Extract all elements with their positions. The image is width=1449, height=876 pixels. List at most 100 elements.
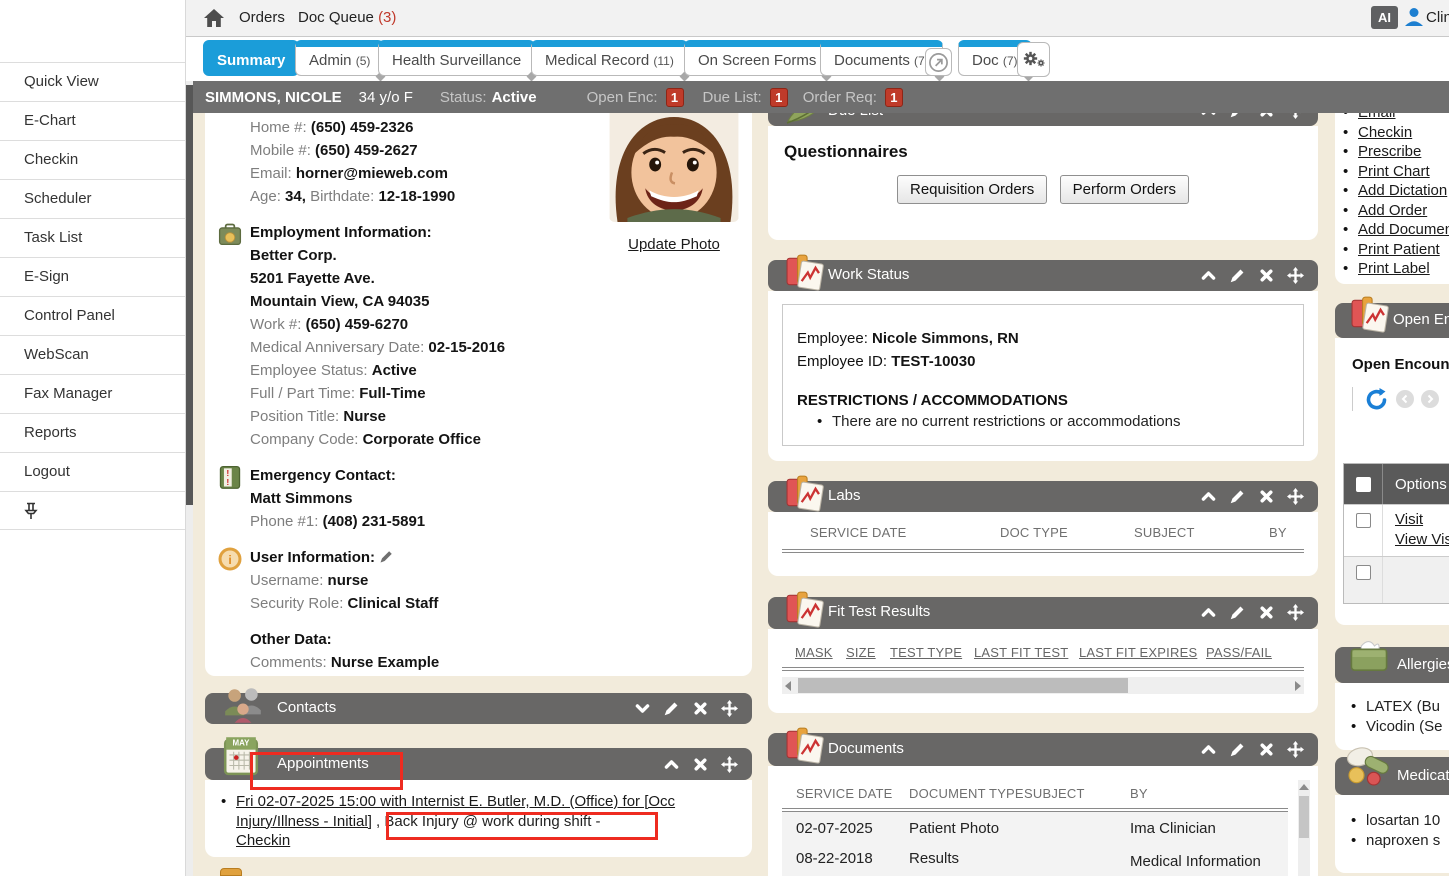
questionnaires-heading: Questionnaires	[784, 142, 1302, 162]
tab-settings-button[interactable]	[1017, 42, 1050, 77]
print-patient-link[interactable]: Print Patient	[1358, 241, 1440, 258]
close-icon[interactable]	[1258, 604, 1275, 621]
tab-medical-record[interactable]: Medical Record (11)	[531, 40, 688, 76]
select-all-checkbox[interactable]	[1356, 477, 1371, 492]
collapse-icon[interactable]	[1200, 741, 1217, 758]
close-icon[interactable]	[1258, 267, 1275, 284]
tab-label: Summary	[217, 52, 285, 69]
labs-col-subject: SUBJECT	[1134, 525, 1195, 540]
update-photo-link[interactable]: Update Photo	[628, 236, 720, 253]
print-chart-link[interactable]: Print Chart	[1358, 163, 1430, 180]
collapse-icon[interactable]	[1200, 488, 1217, 505]
sidebar-item-checkin[interactable]: Checkin	[0, 140, 185, 179]
sidebar-item-task-list[interactable]: Task List	[0, 218, 185, 257]
add-document-link[interactable]: Add Document	[1358, 221, 1449, 238]
encounter-checkbox[interactable]	[1356, 565, 1371, 580]
logged-in-user[interactable]: Clinician	[1426, 9, 1449, 26]
encounter-checkbox[interactable]	[1356, 513, 1371, 528]
employee-status-row: Employee Status: Active	[250, 359, 592, 382]
nav-doc-queue[interactable]: Doc Queue (3)	[298, 9, 396, 26]
due-list-badge[interactable]: 1	[770, 88, 788, 107]
edit-icon[interactable]	[1229, 488, 1246, 505]
vscroll-thumb[interactable]	[1299, 796, 1309, 838]
tab-on-screen-forms[interactable]: On Screen Forms	[684, 40, 830, 76]
collapse-icon[interactable]	[1200, 267, 1217, 284]
sidebar-item-webscan[interactable]: WebScan	[0, 335, 185, 374]
next-page-button[interactable]	[1421, 390, 1439, 408]
scroll-left-icon[interactable]	[785, 681, 791, 691]
sidebar-item-fax-manager[interactable]: Fax Manager	[0, 374, 185, 413]
close-icon[interactable]	[692, 756, 709, 773]
prev-page-button[interactable]	[1396, 390, 1414, 408]
collapse-icon[interactable]	[1200, 604, 1217, 621]
appointment-checkin-link[interactable]: Checkin	[236, 832, 290, 849]
edit-icon[interactable]	[1229, 741, 1246, 758]
edit-user-icon[interactable]	[379, 549, 394, 564]
scroll-up-icon[interactable]	[1299, 784, 1309, 790]
move-icon[interactable]	[1287, 604, 1304, 621]
sidebar-item-e-sign[interactable]: E-Sign	[0, 257, 185, 296]
view-visit-link[interactable]: View Visit	[1395, 531, 1449, 548]
sidebar-item-reports[interactable]: Reports	[0, 413, 185, 452]
fit-col-last-fit-test[interactable]: LAST FIT TEST	[974, 645, 1068, 660]
content-scrollbar-thumb[interactable]	[186, 85, 193, 505]
order-req-badge[interactable]: 1	[885, 88, 903, 107]
close-icon[interactable]	[692, 700, 709, 717]
move-icon[interactable]	[1287, 488, 1304, 505]
document-row[interactable]: 02-07-2025 Patient Photo Ima Clinician	[782, 812, 1288, 842]
move-icon[interactable]	[1287, 113, 1304, 119]
document-row[interactable]: 08-22-2018 Results Medical Information	[782, 842, 1288, 876]
print-label-link[interactable]: Print Label	[1358, 260, 1430, 277]
email-link[interactable]: Email	[1358, 113, 1396, 121]
move-icon[interactable]	[721, 700, 738, 717]
fit-col-pass-fail[interactable]: PASS/FAIL	[1206, 645, 1272, 660]
contacts-header: Contacts	[205, 693, 752, 724]
move-icon[interactable]	[721, 756, 738, 773]
open-enc-badge[interactable]: 1	[666, 88, 684, 107]
tab-health-surveillance[interactable]: Health Surveillance	[378, 40, 535, 76]
ai-badge[interactable]: AI	[1371, 6, 1398, 29]
fit-col-mask[interactable]: MASK	[795, 645, 833, 660]
move-icon[interactable]	[1287, 267, 1304, 284]
edit-icon[interactable]	[663, 700, 680, 717]
fit-col-test-type[interactable]: TEST TYPE	[890, 645, 962, 660]
add-dictation-link[interactable]: Add Dictation	[1358, 182, 1447, 199]
sidebar-item-scheduler[interactable]: Scheduler	[0, 179, 185, 218]
edit-icon[interactable]	[1229, 604, 1246, 621]
tab-admin[interactable]: Admin (5)	[295, 40, 384, 76]
tab-summary[interactable]: Summary	[203, 40, 299, 76]
prescribe-link[interactable]: Prescribe	[1358, 143, 1421, 160]
fit-col-size[interactable]: SIZE	[846, 645, 876, 660]
fit-col-last-fit-expires[interactable]: LAST FIT EXPIRES	[1079, 645, 1197, 660]
hscroll-thumb[interactable]	[798, 678, 1128, 693]
expand-icon[interactable]	[634, 700, 651, 717]
company-code-row: Company Code: Corporate Office	[250, 428, 592, 451]
nav-orders[interactable]: Orders	[239, 9, 285, 26]
requisition-orders-button[interactable]: Requisition Orders	[897, 175, 1047, 204]
fit-test-hscrollbar[interactable]	[782, 677, 1304, 694]
edit-icon[interactable]	[1229, 267, 1246, 284]
close-icon[interactable]	[1258, 113, 1275, 119]
sidebar-pin-toggle[interactable]	[0, 491, 185, 530]
close-icon[interactable]	[1258, 488, 1275, 505]
add-order-link[interactable]: Add Order	[1358, 202, 1427, 219]
refresh-icon[interactable]	[1365, 387, 1389, 411]
move-icon[interactable]	[1287, 741, 1304, 758]
perform-orders-button[interactable]: Perform Orders	[1060, 175, 1189, 204]
home-icon[interactable]	[203, 8, 225, 28]
encounter-table-header: Options	[1344, 464, 1449, 504]
documents-vscrollbar[interactable]	[1298, 780, 1310, 876]
sidebar-item-quick-view[interactable]: Quick View	[0, 62, 185, 101]
visit-link[interactable]: Visit	[1395, 511, 1423, 528]
sidebar-item-e-chart[interactable]: E-Chart	[0, 101, 185, 140]
collapse-icon[interactable]	[1200, 113, 1217, 119]
checkin-link[interactable]: Checkin	[1358, 124, 1412, 141]
close-icon[interactable]	[1258, 741, 1275, 758]
briefcase-icon	[217, 221, 243, 252]
edit-icon[interactable]	[1229, 113, 1246, 119]
sidebar-item-logout[interactable]: Logout	[0, 452, 185, 491]
sidebar-item-control-panel[interactable]: Control Panel	[0, 296, 185, 335]
collapse-icon[interactable]	[663, 756, 680, 773]
scroll-right-icon[interactable]	[1295, 681, 1301, 691]
popout-button[interactable]	[925, 48, 952, 76]
